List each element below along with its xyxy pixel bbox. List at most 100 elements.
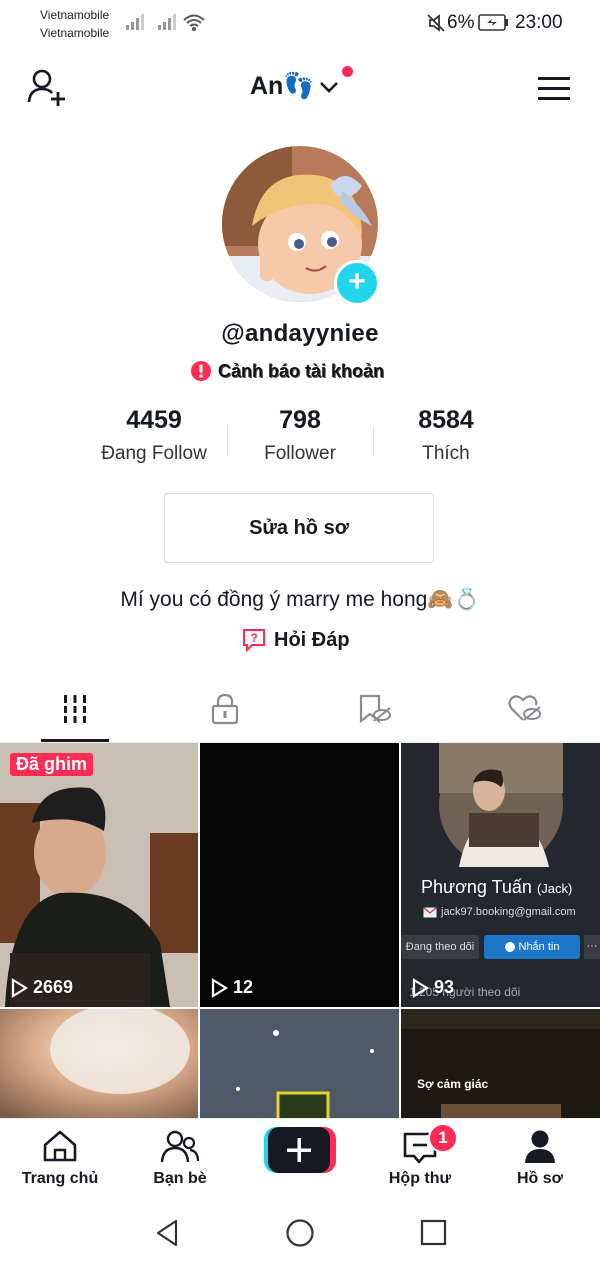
status-bar: Vietnamobile Vietnamobile 6% 23:00 [0,0,600,50]
menu-icon[interactable] [536,74,572,104]
lock-icon [211,693,239,725]
nav-home[interactable]: Trang chủ [0,1119,120,1199]
nav-friends-label: Bạn bè [153,1170,207,1187]
nav-profile-label: Hồ sơ [516,1170,564,1187]
chevron-down-icon [320,81,339,93]
inbox-badge: 1 [428,1123,458,1153]
stat-likes-label: Thích [422,443,470,464]
play-icon [11,977,28,998]
messenger-icon [504,942,515,953]
home-circle-icon[interactable] [285,1218,315,1248]
nav-home-label: Trang chủ [21,1170,99,1187]
stat-following-label: Đang Follow [101,443,207,464]
edit-profile-button[interactable]: Sửa hồ sơ [164,493,434,563]
create-button[interactable] [264,1127,336,1175]
video-thumbnail-5[interactable] [200,1009,399,1119]
back-icon[interactable] [154,1218,180,1248]
thumb-more-button: ··· [584,935,600,959]
qa-label: Hỏi Đáp [274,628,350,651]
header-username: An👣 [250,72,315,100]
thumb-caption: Sợ cảm giác [417,1077,489,1091]
stat-divider [373,426,374,456]
bottom-nav: Trang chủ Bạn bè 1 Hộp thư Hồ sơ [0,1118,600,1199]
play-count: 2669 [10,977,73,998]
grid-icon [61,695,89,723]
tab-private[interactable] [150,678,300,742]
play-count-value: 12 [233,977,254,997]
stat-followers-value: 798 [279,406,321,434]
stat-followers-label: Follower [264,443,336,464]
battery-percent: 6% [447,12,475,33]
hidden-bookmark-icon [359,694,391,724]
tab-liked[interactable] [450,678,600,742]
hidden-heart-icon [508,695,541,721]
video-thumbnail-image [200,1009,399,1119]
recents-icon[interactable] [420,1219,448,1247]
play-count-value: 93 [434,977,455,997]
thumb-email-text: jack97.booking@gmail.com [441,906,576,918]
friends-icon [160,1130,200,1163]
clock: 23:00 [515,12,563,33]
home-icon [43,1130,77,1162]
warning-icon [191,361,211,381]
video-thumbnail-image [401,1009,600,1119]
create-plus-icon [287,1138,311,1162]
video-thumbnail-1[interactable]: Đã ghim 2669 [0,743,198,1007]
thumb-following-button: Đang theo dõi [401,935,479,959]
play-count: 93 [411,977,454,998]
stat-divider [227,426,228,456]
stat-likes[interactable]: 8584 Thích [376,406,516,465]
play-count: 12 [210,977,253,998]
stat-following-value: 4459 [126,406,182,434]
video-thumbnail-3[interactable]: Phương Tuấn (Jack) jack97.booking@gmail.… [401,743,600,1007]
signal-2-icon [158,14,176,30]
carrier-2: Vietnamobile [40,26,110,40]
signal-1-icon [126,14,144,30]
qa-icon: ? [243,629,265,652]
nav-friends[interactable]: Bạn bè [120,1119,240,1199]
video-thumbnail-4[interactable] [0,1009,198,1119]
play-icon [211,977,228,998]
notification-dot [342,66,353,77]
thumb-message-button: Nhắn tin [484,935,580,959]
add-avatar-button[interactable]: + [334,260,380,306]
profile-tabs [0,678,600,743]
play-icon [412,977,429,998]
carrier-1: Vietnamobile [40,8,110,22]
add-friend-icon[interactable] [26,68,68,108]
stat-following[interactable]: 4459 Đang Follow [84,406,224,465]
video-thumbnail-2[interactable]: 12 [200,743,399,1007]
profile-photo-thumbnail [439,743,563,867]
thumb-name: Phương Tuấn (Jack) [421,877,572,898]
nav-inbox[interactable]: 1 Hộp thư [360,1119,480,1199]
qa-link[interactable]: ? Hỏi Đáp [242,628,350,652]
tab-saved[interactable] [300,678,450,742]
profile-bio: Mí you có đồng ý marry me hong🙈💍 [120,588,480,611]
profile-handle: @andayyniee [221,320,379,347]
system-nav-bar [0,1198,600,1267]
account-switcher[interactable]: An👣 [250,72,340,101]
video-thumbnail-image [0,1009,198,1119]
mail-icon [423,906,437,917]
svg-text:?: ? [250,631,257,645]
thumb-email: jack97.booking@gmail.com [423,906,576,918]
nav-inbox-label: Hộp thư [388,1170,452,1187]
tab-active-indicator [41,739,109,742]
pinned-badge: Đã ghim [10,753,94,776]
video-thumbnail-image [0,743,198,1007]
account-warning[interactable]: Cảnh báo tài khoản [190,360,384,382]
mute-icon [427,14,445,32]
tab-videos[interactable] [0,678,150,742]
thumb-name-text: Phương Tuấn [421,877,532,897]
stat-likes-value: 8584 [418,406,474,434]
wifi-icon [183,14,205,31]
play-count-value: 2669 [33,977,74,997]
profile-icon [525,1130,555,1163]
warning-label: Cảnh báo tài khoản [218,360,385,381]
battery-icon [478,14,508,31]
thumb-message-label: Nhắn tin [518,941,560,953]
video-thumbnail-6[interactable]: Sợ cảm giác [401,1009,600,1119]
stat-followers[interactable]: 798 Follower [230,406,370,465]
thumb-name-tag: (Jack) [536,881,573,896]
nav-profile[interactable]: Hồ sơ [480,1119,600,1199]
